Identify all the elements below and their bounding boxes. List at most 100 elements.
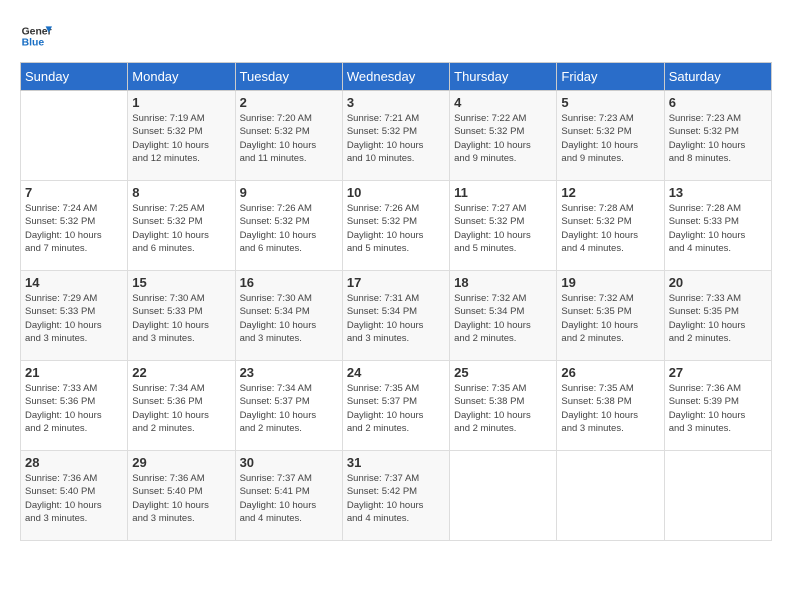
day-info: Sunrise: 7:32 AM Sunset: 5:34 PM Dayligh… xyxy=(454,292,552,345)
day-number: 6 xyxy=(669,95,767,110)
day-info: Sunrise: 7:30 AM Sunset: 5:34 PM Dayligh… xyxy=(240,292,338,345)
day-info: Sunrise: 7:36 AM Sunset: 5:39 PM Dayligh… xyxy=(669,382,767,435)
calendar-day-cell xyxy=(664,451,771,541)
calendar-day-cell: 30 Sunrise: 7:37 AM Sunset: 5:41 PM Dayli… xyxy=(235,451,342,541)
day-number: 21 xyxy=(25,365,123,380)
day-info: Sunrise: 7:35 AM Sunset: 5:38 PM Dayligh… xyxy=(454,382,552,435)
page-header: General Blue xyxy=(20,20,772,52)
day-number: 10 xyxy=(347,185,445,200)
day-number: 19 xyxy=(561,275,659,290)
weekday-header-cell: Saturday xyxy=(664,63,771,91)
day-info: Sunrise: 7:37 AM Sunset: 5:42 PM Dayligh… xyxy=(347,472,445,525)
day-info: Sunrise: 7:34 AM Sunset: 5:36 PM Dayligh… xyxy=(132,382,230,435)
day-info: Sunrise: 7:31 AM Sunset: 5:34 PM Dayligh… xyxy=(347,292,445,345)
day-number: 18 xyxy=(454,275,552,290)
day-number: 20 xyxy=(669,275,767,290)
calendar-day-cell: 17 Sunrise: 7:31 AM Sunset: 5:34 PM Dayli… xyxy=(342,271,449,361)
day-number: 3 xyxy=(347,95,445,110)
day-number: 11 xyxy=(454,185,552,200)
weekday-header-cell: Thursday xyxy=(450,63,557,91)
weekday-header-cell: Friday xyxy=(557,63,664,91)
calendar-day-cell: 22 Sunrise: 7:34 AM Sunset: 5:36 PM Dayli… xyxy=(128,361,235,451)
calendar-day-cell: 2Sunrise: 7:20 AM Sunset: 5:32 PM Daylig… xyxy=(235,91,342,181)
calendar-day-cell: 21 Sunrise: 7:33 AM Sunset: 5:36 PM Dayli… xyxy=(21,361,128,451)
day-number: 27 xyxy=(669,365,767,380)
day-number: 8 xyxy=(132,185,230,200)
day-number: 17 xyxy=(347,275,445,290)
calendar-day-cell: 7 Sunrise: 7:24 AM Sunset: 5:32 PM Daylig… xyxy=(21,181,128,271)
calendar-day-cell: 26 Sunrise: 7:35 AM Sunset: 5:38 PM Dayli… xyxy=(557,361,664,451)
calendar-day-cell: 18 Sunrise: 7:32 AM Sunset: 5:34 PM Dayli… xyxy=(450,271,557,361)
day-info: Sunrise: 7:35 AM Sunset: 5:37 PM Dayligh… xyxy=(347,382,445,435)
calendar-day-cell: 19 Sunrise: 7:32 AM Sunset: 5:35 PM Dayli… xyxy=(557,271,664,361)
calendar-week-row: 14Sunrise: 7:29 AM Sunset: 5:33 PM Dayli… xyxy=(21,271,772,361)
calendar-week-row: 28 Sunrise: 7:36 AM Sunset: 5:40 PM Dayli… xyxy=(21,451,772,541)
day-info: Sunrise: 7:35 AM Sunset: 5:38 PM Dayligh… xyxy=(561,382,659,435)
day-info: Sunrise: 7:34 AM Sunset: 5:37 PM Dayligh… xyxy=(240,382,338,435)
calendar-day-cell: 4Sunrise: 7:22 AM Sunset: 5:32 PM Daylig… xyxy=(450,91,557,181)
day-info: Sunrise: 7:37 AM Sunset: 5:41 PM Dayligh… xyxy=(240,472,338,525)
calendar-table: SundayMondayTuesdayWednesdayThursdayFrid… xyxy=(20,62,772,541)
day-number: 30 xyxy=(240,455,338,470)
svg-text:Blue: Blue xyxy=(22,38,45,49)
day-number: 15 xyxy=(132,275,230,290)
logo: General Blue xyxy=(20,20,52,52)
day-info: Sunrise: 7:22 AM Sunset: 5:32 PM Dayligh… xyxy=(454,112,552,165)
day-info: Sunrise: 7:29 AM Sunset: 5:33 PM Dayligh… xyxy=(25,292,123,345)
calendar-day-cell: 10 Sunrise: 7:26 AM Sunset: 5:32 PM Dayli… xyxy=(342,181,449,271)
weekday-header-cell: Sunday xyxy=(21,63,128,91)
day-info: Sunrise: 7:24 AM Sunset: 5:32 PM Dayligh… xyxy=(25,202,123,255)
day-info: Sunrise: 7:21 AM Sunset: 5:32 PM Dayligh… xyxy=(347,112,445,165)
day-number: 28 xyxy=(25,455,123,470)
calendar-day-cell: 20 Sunrise: 7:33 AM Sunset: 5:35 PM Dayli… xyxy=(664,271,771,361)
day-number: 23 xyxy=(240,365,338,380)
day-number: 22 xyxy=(132,365,230,380)
weekday-header-cell: Monday xyxy=(128,63,235,91)
day-info: Sunrise: 7:23 AM Sunset: 5:32 PM Dayligh… xyxy=(669,112,767,165)
calendar-day-cell: 8 Sunrise: 7:25 AM Sunset: 5:32 PM Daylig… xyxy=(128,181,235,271)
day-info: Sunrise: 7:25 AM Sunset: 5:32 PM Dayligh… xyxy=(132,202,230,255)
day-info: Sunrise: 7:19 AM Sunset: 5:32 PM Dayligh… xyxy=(132,112,230,165)
day-number: 29 xyxy=(132,455,230,470)
calendar-day-cell: 9 Sunrise: 7:26 AM Sunset: 5:32 PM Daylig… xyxy=(235,181,342,271)
calendar-day-cell: 29 Sunrise: 7:36 AM Sunset: 5:40 PM Dayli… xyxy=(128,451,235,541)
calendar-day-cell: 31 Sunrise: 7:37 AM Sunset: 5:42 PM Dayli… xyxy=(342,451,449,541)
day-number: 9 xyxy=(240,185,338,200)
day-info: Sunrise: 7:23 AM Sunset: 5:32 PM Dayligh… xyxy=(561,112,659,165)
day-info: Sunrise: 7:32 AM Sunset: 5:35 PM Dayligh… xyxy=(561,292,659,345)
day-info: Sunrise: 7:28 AM Sunset: 5:33 PM Dayligh… xyxy=(669,202,767,255)
logo-icon: General Blue xyxy=(20,20,52,52)
weekday-header-row: SundayMondayTuesdayWednesdayThursdayFrid… xyxy=(21,63,772,91)
day-number: 25 xyxy=(454,365,552,380)
day-info: Sunrise: 7:26 AM Sunset: 5:32 PM Dayligh… xyxy=(347,202,445,255)
day-info: Sunrise: 7:36 AM Sunset: 5:40 PM Dayligh… xyxy=(132,472,230,525)
calendar-day-cell xyxy=(21,91,128,181)
day-number: 7 xyxy=(25,185,123,200)
calendar-day-cell: 12 Sunrise: 7:28 AM Sunset: 5:32 PM Dayli… xyxy=(557,181,664,271)
day-number: 5 xyxy=(561,95,659,110)
day-info: Sunrise: 7:33 AM Sunset: 5:35 PM Dayligh… xyxy=(669,292,767,345)
day-info: Sunrise: 7:30 AM Sunset: 5:33 PM Dayligh… xyxy=(132,292,230,345)
calendar-day-cell: 16Sunrise: 7:30 AM Sunset: 5:34 PM Dayli… xyxy=(235,271,342,361)
calendar-day-cell: 15 Sunrise: 7:30 AM Sunset: 5:33 PM Dayli… xyxy=(128,271,235,361)
day-number: 31 xyxy=(347,455,445,470)
calendar-body: 1Sunrise: 7:19 AM Sunset: 5:32 PM Daylig… xyxy=(21,91,772,541)
day-info: Sunrise: 7:27 AM Sunset: 5:32 PM Dayligh… xyxy=(454,202,552,255)
weekday-header-cell: Tuesday xyxy=(235,63,342,91)
calendar-day-cell: 14Sunrise: 7:29 AM Sunset: 5:33 PM Dayli… xyxy=(21,271,128,361)
day-number: 26 xyxy=(561,365,659,380)
day-info: Sunrise: 7:26 AM Sunset: 5:32 PM Dayligh… xyxy=(240,202,338,255)
calendar-week-row: 21 Sunrise: 7:33 AM Sunset: 5:36 PM Dayli… xyxy=(21,361,772,451)
calendar-day-cell: 27 Sunrise: 7:36 AM Sunset: 5:39 PM Dayli… xyxy=(664,361,771,451)
calendar-day-cell: 13Sunrise: 7:28 AM Sunset: 5:33 PM Dayli… xyxy=(664,181,771,271)
day-number: 2 xyxy=(240,95,338,110)
day-info: Sunrise: 7:28 AM Sunset: 5:32 PM Dayligh… xyxy=(561,202,659,255)
day-number: 12 xyxy=(561,185,659,200)
calendar-day-cell: 23 Sunrise: 7:34 AM Sunset: 5:37 PM Dayli… xyxy=(235,361,342,451)
calendar-day-cell: 6 Sunrise: 7:23 AM Sunset: 5:32 PM Daylig… xyxy=(664,91,771,181)
day-info: Sunrise: 7:36 AM Sunset: 5:40 PM Dayligh… xyxy=(25,472,123,525)
day-info: Sunrise: 7:33 AM Sunset: 5:36 PM Dayligh… xyxy=(25,382,123,435)
calendar-day-cell: 5 Sunrise: 7:23 AM Sunset: 5:32 PM Daylig… xyxy=(557,91,664,181)
calendar-day-cell: 28 Sunrise: 7:36 AM Sunset: 5:40 PM Dayli… xyxy=(21,451,128,541)
calendar-day-cell: 24Sunrise: 7:35 AM Sunset: 5:37 PM Dayli… xyxy=(342,361,449,451)
